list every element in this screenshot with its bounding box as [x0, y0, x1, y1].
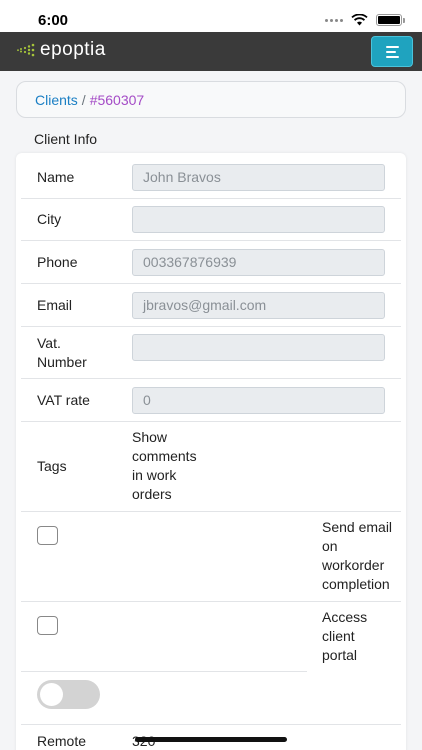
- phone-label: Phone: [37, 254, 78, 270]
- menu-icon-line: [386, 56, 399, 58]
- menu-toggle-button[interactable]: [371, 36, 413, 67]
- signal-icon: [325, 18, 343, 22]
- breadcrumb-clients-link[interactable]: Clients: [35, 92, 78, 108]
- vat-rate-row: VAT rate 0: [21, 379, 401, 422]
- phone-field[interactable]: 003367876939: [132, 249, 385, 276]
- client-portal-text: Access client portal: [322, 608, 367, 665]
- city-label: City: [37, 211, 62, 227]
- status-time: 6:00: [38, 12, 69, 29]
- vat-number-label-line2: Number: [37, 354, 87, 370]
- vat-number-field[interactable]: [132, 334, 385, 361]
- name-row: Name John Bravos: [21, 153, 401, 199]
- wifi-icon: [351, 14, 368, 26]
- email-field[interactable]: jbravos@gmail.com: [132, 292, 385, 319]
- client-portal-checkbox[interactable]: [37, 616, 58, 635]
- show-comments-line: orders: [132, 486, 172, 502]
- battery-icon: [376, 14, 405, 26]
- breadcrumb-current: #560307: [89, 91, 145, 108]
- city-field[interactable]: [132, 206, 385, 233]
- tags-row: Tags Show comments in work orders: [21, 422, 401, 512]
- epoptia-logo-icon: [17, 43, 35, 57]
- email-label: Email: [37, 297, 73, 313]
- breadcrumb-separator: /: [81, 91, 86, 108]
- send-email-row: Send email on workorder completion: [21, 512, 401, 602]
- send-email-line: on: [322, 538, 338, 554]
- vat-number-label: Vat. Number: [37, 334, 87, 372]
- home-indicator: [135, 737, 287, 742]
- show-comments-line: in work: [132, 467, 177, 483]
- menu-icon-line: [386, 51, 396, 53]
- show-comments-line: Show: [132, 429, 168, 445]
- brand[interactable]: epoptia: [16, 39, 106, 61]
- phone-row: Phone 003367876939: [21, 241, 401, 284]
- vat-number-label-line1: Vat.: [37, 335, 61, 351]
- vat-number-row: Vat. Number: [21, 327, 401, 379]
- vat-rate-field[interactable]: 0: [132, 387, 385, 414]
- name-field[interactable]: John Bravos: [132, 164, 385, 191]
- client-info-card: Name John Bravos City Phone 003367876939…: [16, 153, 406, 750]
- portal-divider: [21, 671, 307, 672]
- send-email-line: completion: [322, 576, 390, 592]
- status-icons: [325, 14, 405, 26]
- brand-name: epoptia: [40, 39, 106, 60]
- tags-label: Tags: [37, 458, 67, 474]
- portal-toggle-switch[interactable]: [37, 680, 100, 709]
- toggle-divider: [21, 724, 401, 725]
- send-email-line: Send email: [322, 519, 393, 535]
- toggle-knob: [40, 683, 63, 706]
- client-portal-row: Access client portal: [21, 602, 401, 672]
- show-comments-line: comments: [132, 448, 197, 464]
- navbar: epoptia: [0, 32, 422, 71]
- client-portal-line: client: [322, 628, 355, 644]
- remote-label: Remote: [37, 733, 87, 749]
- status-bar: 6:00: [0, 0, 422, 32]
- client-portal-line: Access: [322, 609, 368, 625]
- send-email-text: Send email on workorder completion: [322, 518, 392, 594]
- menu-icon-line: [386, 46, 399, 48]
- vat-rate-label: VAT rate: [37, 392, 90, 408]
- city-row: City: [21, 199, 401, 241]
- client-info-title: Client Info: [34, 131, 98, 147]
- show-comments-text: Show comments in work orders: [132, 428, 197, 504]
- send-email-checkbox[interactable]: [37, 526, 58, 545]
- breadcrumb: Clients / #560307: [16, 81, 406, 118]
- send-email-line: workorder: [322, 557, 385, 573]
- email-row: Email jbravos@gmail.com: [21, 284, 401, 327]
- client-portal-line: portal: [322, 647, 358, 663]
- name-label: Name: [37, 169, 75, 185]
